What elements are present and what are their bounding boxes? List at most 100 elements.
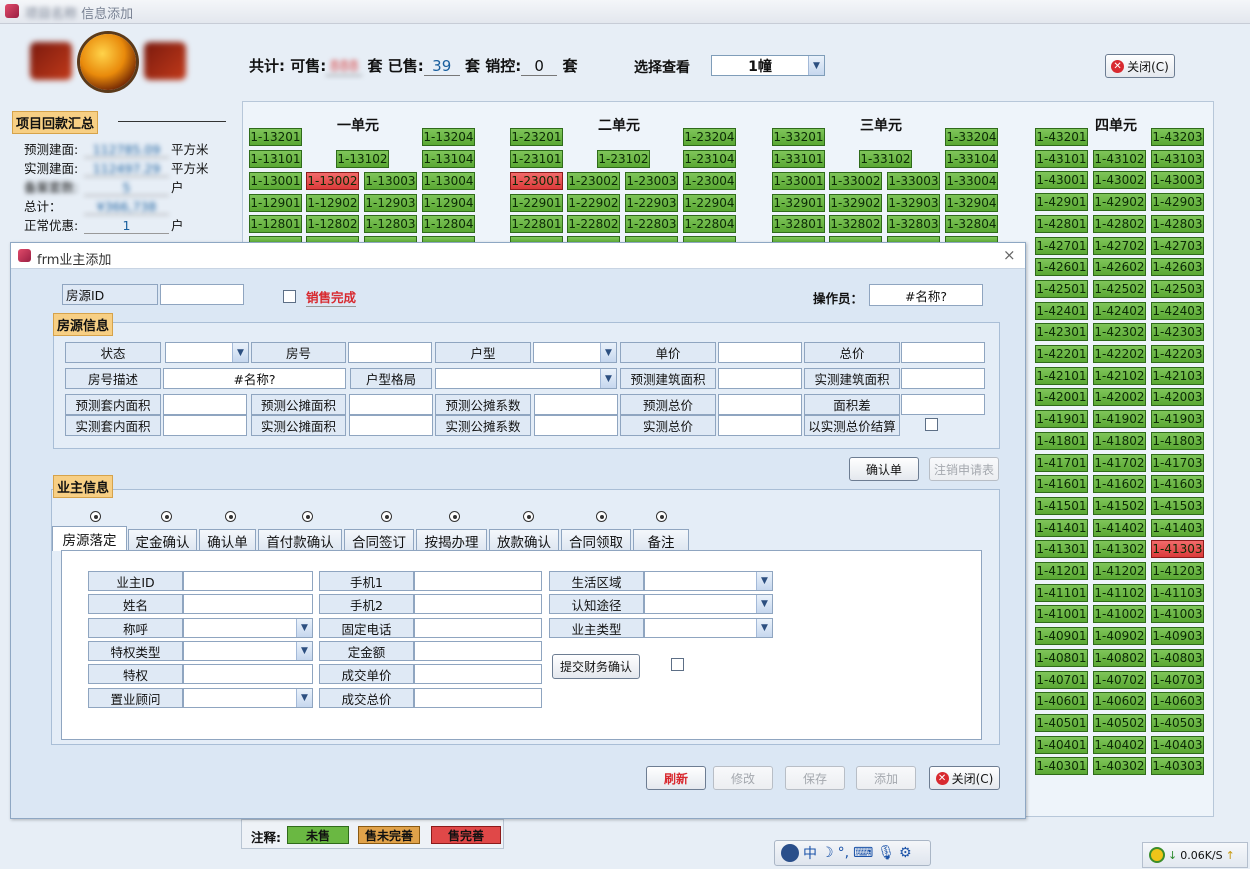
unit-cell[interactable]: 1-23201 [510,128,563,146]
unit-cell[interactable]: 1-42803 [1151,214,1204,233]
unit-cell[interactable]: 1-42801 [1035,214,1088,233]
area-diff-input[interactable] [901,394,985,415]
unit-cell[interactable]: 1-13004 [422,172,475,190]
unit-cell[interactable]: 1-40502 [1093,713,1146,732]
unit-cell[interactable]: 1-40701 [1035,670,1088,689]
consultant-input[interactable]: ▼ [183,688,313,708]
unit-cell[interactable]: 1-42302 [1093,323,1146,342]
mobile1-input[interactable] [414,571,542,591]
save-button[interactable]: 保存 [785,766,845,790]
tab-7[interactable]: 合同领取 [561,529,631,551]
unit-cell[interactable]: 1-22904 [683,194,736,212]
unit-cell[interactable]: 1-22802 [567,215,620,233]
header-close-button[interactable]: ✕ 关闭(C) [1105,54,1175,78]
cancel-request-button[interactable]: 注销申请表 [929,457,999,481]
unit-cell[interactable]: 1-13201 [249,128,302,146]
unit-cell[interactable]: 1-40501 [1035,713,1088,732]
dialog-close-button[interactable]: ✕ 关闭(C) [929,766,1000,790]
tab-2[interactable]: 确认单 [199,529,256,551]
tab-radio-icon[interactable] [302,511,313,522]
unit-cell[interactable]: 1-13104 [422,150,475,168]
edit-button[interactable]: 修改 [713,766,773,790]
unit-cell[interactable]: 1-41902 [1093,410,1146,429]
unit-cell[interactable]: 1-42703 [1151,236,1204,255]
unit-cell[interactable]: 1-42002 [1093,388,1146,407]
unit-cell[interactable]: 1-22903 [625,194,678,212]
unit-cell[interactable]: 1-42702 [1093,236,1146,255]
tab-5[interactable]: 按揭办理 [416,529,487,551]
tab-1[interactable]: 定金确认 [128,529,197,551]
unit-cell[interactable]: 1-23004 [683,172,736,190]
unit-cell[interactable]: 1-33102 [859,150,912,168]
unit-cell[interactable]: 1-13002 [306,172,359,190]
unit-cell[interactable]: 1-41901 [1035,410,1088,429]
unit-cell[interactable]: 1-23003 [625,172,678,190]
unit-cell[interactable]: 1-33001 [772,172,825,190]
refresh-button[interactable]: 刷新 [646,766,706,790]
unit-cell[interactable]: 1-12901 [249,194,302,212]
unit-cell[interactable]: 1-13101 [249,150,302,168]
unit-cell[interactable]: 1-40902 [1093,627,1146,646]
unit-cell[interactable]: 1-42001 [1035,388,1088,407]
pred-total-input[interactable] [718,394,802,415]
total-price-input[interactable] [901,342,985,363]
unit-cell[interactable]: 1-41502 [1093,496,1146,515]
pred-inner-input[interactable] [163,394,247,415]
unit-cell[interactable]: 1-32904 [945,194,998,212]
unit-cell[interactable]: 1-23001 [510,172,563,190]
actual-ratio-input[interactable] [534,415,618,436]
unit-cell[interactable]: 1-41003 [1151,605,1204,624]
ime-mode[interactable]: 中 [803,843,817,863]
deal-total-input[interactable] [414,688,542,708]
tab-radio-icon[interactable] [449,511,460,522]
channel-select[interactable]: ▼ [644,594,773,614]
tab-3[interactable]: 首付款确认 [258,529,342,551]
unit-cell[interactable]: 1-22901 [510,194,563,212]
unit-cell[interactable]: 1-40603 [1151,692,1204,711]
unit-cell[interactable]: 1-41701 [1035,453,1088,472]
unit-type-select[interactable]: ▼ [533,342,617,363]
unit-price-input[interactable] [718,342,802,363]
layout-select[interactable]: ▼ [435,368,617,389]
name-input[interactable] [183,594,313,614]
tab-4[interactable]: 合同签订 [344,529,414,551]
tab-6[interactable]: 放款确认 [489,529,559,551]
unit-cell[interactable]: 1-40803 [1151,648,1204,667]
unit-cell[interactable]: 1-12802 [306,215,359,233]
actual-area-input[interactable] [901,368,985,389]
unit-cell[interactable]: 1-42003 [1151,388,1204,407]
unit-cell[interactable]: 1-33104 [945,150,998,168]
unit-cell[interactable]: 1-40303 [1151,757,1204,776]
unit-cell[interactable]: 1-13204 [422,128,475,146]
unit-cell[interactable]: 1-22902 [567,194,620,212]
dialog-close-icon[interactable]: × [1003,246,1016,264]
unit-cell[interactable]: 1-41602 [1093,475,1146,494]
unit-cell[interactable]: 1-41101 [1035,583,1088,602]
unit-cell[interactable]: 1-33101 [772,150,825,168]
unit-cell[interactable]: 1-42402 [1093,301,1146,320]
unit-cell[interactable]: 1-40901 [1035,627,1088,646]
unit-cell[interactable]: 1-33003 [887,172,940,190]
unit-cell[interactable]: 1-32804 [945,215,998,233]
unit-cell[interactable]: 1-40702 [1093,670,1146,689]
unit-cell[interactable]: 1-41601 [1035,475,1088,494]
unit-cell[interactable]: 1-42102 [1093,366,1146,385]
room-id-input[interactable] [160,284,244,305]
unit-cell[interactable]: 1-40601 [1035,692,1088,711]
unit-cell[interactable]: 1-32903 [887,194,940,212]
building-select[interactable]: 1幢 ▼ [711,55,825,76]
tab-radio-icon[interactable] [90,511,101,522]
ime-toolbar[interactable]: 中 ☽ °, ⌨ 🎙 ⚙ [774,840,931,866]
unit-cell[interactable]: 1-13102 [336,150,389,168]
unit-cell[interactable]: 1-42601 [1035,258,1088,277]
unit-cell[interactable]: 1-33002 [829,172,882,190]
landline-input[interactable] [414,618,542,638]
room-desc-input[interactable]: #名称? [163,368,346,389]
operator-input[interactable]: #名称? [869,284,983,306]
unit-cell[interactable]: 1-40301 [1035,757,1088,776]
mobile2-input[interactable] [414,594,542,614]
deal-price-input[interactable] [414,664,542,684]
unit-cell[interactable]: 1-12804 [422,215,475,233]
tab-radio-icon[interactable] [656,511,667,522]
unit-cell[interactable]: 1-13003 [364,172,417,190]
